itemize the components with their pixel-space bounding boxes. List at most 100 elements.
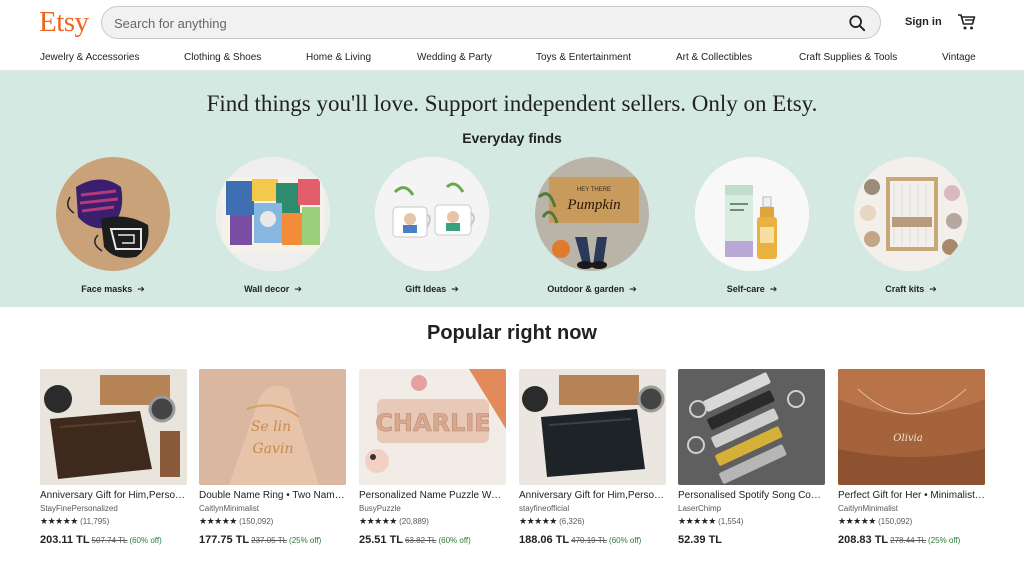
find-face-masks[interactable]: Face masks ➔ bbox=[56, 157, 170, 295]
review-count: (1,554) bbox=[718, 517, 744, 526]
product-card[interactable]: Anniversary Gift for Him,Personalized Wa… bbox=[40, 369, 187, 548]
original-price: 470.19 TL bbox=[571, 536, 608, 545]
nav-item-wedding[interactable]: Wedding & Party bbox=[417, 52, 492, 63]
find-self-care[interactable]: Self-care ➔ bbox=[695, 157, 809, 295]
sale-price: 52.39 TL bbox=[678, 534, 723, 546]
outdoor-garden-label: Outdoor & garden bbox=[547, 284, 625, 294]
nav-item-home[interactable]: Home & Living bbox=[306, 52, 371, 63]
nav-item-vintage[interactable]: Vintage bbox=[942, 52, 976, 63]
hero-banner: Find things you'll love. Support indepen… bbox=[0, 71, 1024, 307]
discount-badge: (60% off) bbox=[609, 536, 642, 545]
product-image[interactable] bbox=[519, 369, 666, 485]
svg-text:HEY THERE: HEY THERE bbox=[577, 187, 611, 193]
popular-heading: Popular right now bbox=[427, 322, 597, 344]
original-price: 237.05 TL bbox=[251, 536, 288, 545]
search-bar[interactable] bbox=[101, 6, 881, 39]
wall-decor-image[interactable] bbox=[216, 157, 330, 271]
find-wall-decor[interactable]: Wall decor ➔ bbox=[216, 157, 330, 295]
sign-in-link[interactable]: Sign in bbox=[905, 16, 942, 28]
product-card[interactable]: Se lin Gavin Double Name Ring • Two Name… bbox=[199, 369, 346, 548]
product-image[interactable]: CHARLIE bbox=[359, 369, 506, 485]
star-rating-icon: ★★★★★ bbox=[678, 516, 716, 526]
discount-badge: (60% off) bbox=[438, 536, 471, 545]
product-image[interactable] bbox=[678, 369, 825, 485]
site-header: Etsy Sign in bbox=[0, 0, 1024, 44]
craft-kits-label: Craft kits bbox=[885, 284, 925, 294]
face-masks-image[interactable] bbox=[56, 157, 170, 271]
self-care-label: Self-care bbox=[726, 284, 765, 294]
sale-price: 208.83 TL bbox=[838, 534, 889, 546]
etsy-logo[interactable]: Etsy bbox=[39, 6, 89, 39]
product-card[interactable]: Personalised Spotify Song Code Keychain … bbox=[678, 369, 825, 548]
original-price: 507.74 TL bbox=[91, 536, 128, 545]
product-card[interactable]: Olivia Perfect Gift for Her • Minimalist… bbox=[838, 369, 985, 548]
arrow-right-icon: ➔ bbox=[929, 284, 937, 294]
product-title[interactable]: Personalized Name Puzzle Wooden Toy bbox=[359, 490, 506, 501]
product-title[interactable]: Anniversary Gift for Him,Personalized Wa… bbox=[40, 490, 187, 501]
shop-name: CaitlynMinimalist bbox=[199, 504, 260, 513]
review-count: (6,326) bbox=[559, 517, 585, 526]
sale-price: 203.11 TL bbox=[40, 534, 90, 546]
review-count: (20,889) bbox=[399, 517, 429, 526]
find-craft-kits[interactable]: Craft kits ➔ bbox=[854, 157, 968, 295]
svg-text:Olivia: Olivia bbox=[893, 433, 922, 444]
star-rating-icon: ★★★★★ bbox=[359, 516, 397, 526]
wall-decor-label: Wall decor bbox=[244, 284, 290, 294]
shop-name: stayfineofficial bbox=[519, 504, 570, 513]
find-gift-ideas[interactable]: Gift Ideas ➔ bbox=[375, 157, 489, 295]
nav-item-craft[interactable]: Craft Supplies & Tools bbox=[799, 52, 897, 63]
product-title[interactable]: Double Name Ring • Two Name Ring bbox=[199, 490, 346, 501]
svg-text:Se lin: Se lin bbox=[251, 419, 291, 435]
sale-price: 25.51 TL bbox=[359, 534, 404, 546]
product-image[interactable] bbox=[40, 369, 187, 485]
discount-badge: (25% off) bbox=[928, 536, 961, 545]
product-image[interactable]: Olivia bbox=[838, 369, 985, 485]
outdoor-garden-image[interactable]: HEY THERE Pumpkin bbox=[535, 157, 649, 271]
shop-name: CaitlynMinimalist bbox=[838, 504, 899, 513]
product-card[interactable]: Anniversary Gift for Him,Personalized Wa… bbox=[519, 369, 666, 548]
shop-name: BusyPuzzle bbox=[359, 504, 401, 513]
search-input[interactable] bbox=[114, 14, 814, 32]
star-rating-icon: ★★★★★ bbox=[199, 516, 237, 526]
product-image[interactable]: Se lin Gavin bbox=[199, 369, 346, 485]
product-title[interactable]: Personalised Spotify Song Code Keychain bbox=[678, 490, 825, 501]
svg-text:Pumpkin: Pumpkin bbox=[566, 197, 620, 213]
review-count: (150,092) bbox=[239, 517, 274, 526]
svg-text:Gavin: Gavin bbox=[253, 441, 294, 457]
product-title[interactable]: Perfect Gift for Her • Minimalist Name N… bbox=[838, 490, 985, 501]
shop-name: LaserChimp bbox=[678, 504, 722, 513]
discount-badge: (25% off) bbox=[289, 536, 322, 545]
gift-ideas-image[interactable] bbox=[375, 157, 489, 271]
svg-text:CHARLIE: CHARLIE bbox=[375, 409, 490, 437]
star-rating-icon: ★★★★★ bbox=[838, 516, 876, 526]
arrow-right-icon: ➔ bbox=[294, 284, 302, 294]
nav-item-jewelry[interactable]: Jewelry & Accessories bbox=[40, 52, 139, 63]
nav-item-art[interactable]: Art & Collectibles bbox=[676, 52, 752, 63]
sale-price: 177.75 TL bbox=[199, 534, 250, 546]
original-price: 278.44 TL bbox=[890, 536, 927, 545]
face-masks-label: Face masks bbox=[81, 284, 133, 294]
craft-kits-image[interactable] bbox=[854, 157, 968, 271]
nav-item-clothing[interactable]: Clothing & Shoes bbox=[184, 52, 261, 63]
find-outdoor-garden[interactable]: HEY THERE Pumpkin Outdoor & garden ➔ bbox=[535, 157, 649, 295]
arrow-right-icon: ➔ bbox=[629, 284, 637, 294]
sale-price: 188.06 TL bbox=[519, 534, 570, 546]
shopping-cart-icon[interactable] bbox=[957, 12, 977, 32]
category-nav: Jewelry & Accessories Clothing & Shoes H… bbox=[0, 44, 1024, 71]
product-title[interactable]: Anniversary Gift for Him,Personalized Wa… bbox=[519, 490, 666, 501]
everyday-finds-heading: Everyday finds bbox=[462, 130, 562, 146]
nav-item-toys[interactable]: Toys & Entertainment bbox=[536, 52, 631, 63]
discount-badge: (60% off) bbox=[129, 536, 162, 545]
gift-ideas-label: Gift Ideas bbox=[405, 284, 447, 294]
arrow-right-icon: ➔ bbox=[769, 284, 778, 294]
star-rating-icon: ★★★★★ bbox=[40, 516, 78, 526]
product-card[interactable]: CHARLIE Personalized Name Puzzle Wooden … bbox=[359, 369, 506, 548]
hero-title: Find things you'll love. Support indepen… bbox=[206, 91, 818, 116]
search-icon[interactable] bbox=[848, 14, 866, 32]
shop-name: StayFinePersonalized bbox=[40, 504, 118, 513]
original-price: 63.82 TL bbox=[405, 536, 437, 545]
arrow-right-icon: ➔ bbox=[137, 284, 145, 294]
review-count: (11,795) bbox=[80, 517, 110, 526]
review-count: (150,092) bbox=[878, 517, 913, 526]
self-care-image[interactable] bbox=[695, 157, 809, 271]
